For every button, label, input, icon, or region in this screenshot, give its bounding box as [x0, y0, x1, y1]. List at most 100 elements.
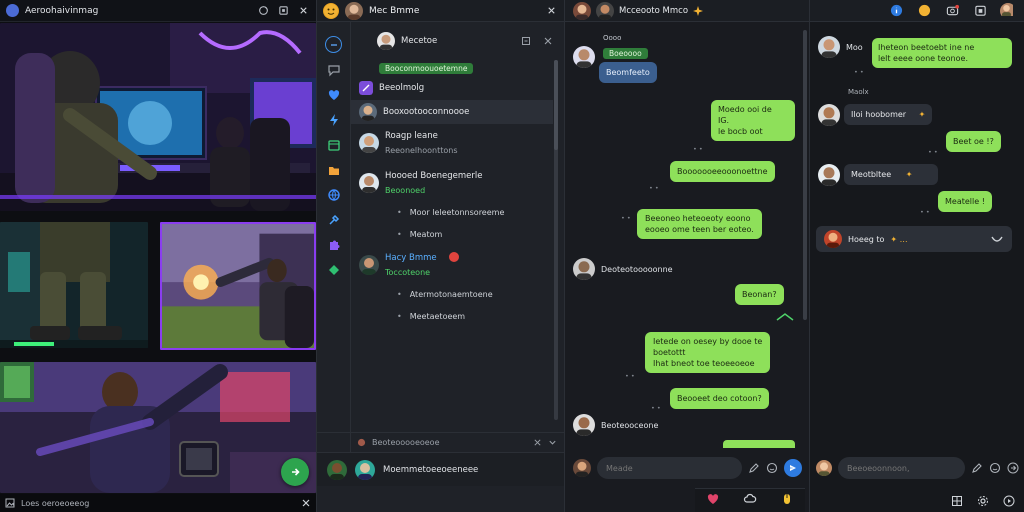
pen-icon[interactable]	[971, 462, 983, 474]
chat-bubble-icon[interactable]	[325, 61, 342, 78]
close-small-icon[interactable]	[533, 438, 542, 447]
mouse-icon[interactable]	[780, 491, 794, 510]
conversation-name: Roagp leane	[385, 131, 438, 141]
avatar[interactable]	[355, 459, 375, 480]
message-sender: Oooo	[573, 34, 621, 68]
avatar[interactable]	[573, 1, 591, 20]
sender-badge: Oooo	[603, 34, 622, 42]
lightning-icon[interactable]	[325, 111, 342, 128]
camera-icon[interactable]	[944, 3, 960, 19]
archive-icon[interactable]	[521, 36, 531, 46]
avatar[interactable]	[345, 1, 363, 20]
message-sender: Moo	[818, 36, 863, 58]
message-sender	[818, 104, 840, 126]
close-small-icon[interactable]	[301, 498, 311, 508]
emoji-icon[interactable]	[989, 462, 1001, 474]
close-small-icon[interactable]	[543, 36, 553, 46]
folder-icon[interactable]	[325, 161, 342, 178]
sender-name: Maolx	[848, 88, 869, 96]
list-item[interactable]: Mecetoe	[351, 30, 553, 52]
chat-scrollbar[interactable]	[803, 30, 807, 320]
close-icon[interactable]	[296, 4, 310, 18]
gaming-room-image[interactable]	[0, 23, 316, 211]
avatar[interactable]	[596, 1, 614, 20]
image-icon	[5, 498, 15, 508]
emoji-icon[interactable]	[766, 462, 778, 474]
chevron-down-icon[interactable]	[548, 438, 557, 447]
refresh-icon[interactable]	[256, 4, 270, 18]
emoji-icon[interactable]	[916, 3, 932, 19]
message-bubble[interactable]: Beonan?	[735, 284, 784, 305]
calendar-icon[interactable]	[972, 3, 988, 19]
cloud-icon[interactable]	[743, 491, 757, 510]
fantasy-battle-image[interactable]	[160, 222, 316, 350]
list-item-selected[interactable]: Booxootooconnoooe	[351, 100, 553, 124]
message-bubble[interactable]: Booooooeeooonoettne	[670, 161, 775, 182]
character-legs-image[interactable]	[0, 222, 148, 348]
message-text: Beeoneo heteoeoty eoono	[645, 214, 751, 223]
app-logo-icon	[6, 4, 19, 17]
globe-icon[interactable]	[325, 186, 342, 203]
thread-bullet[interactable]: Meatom	[397, 230, 443, 239]
quick-action-tray	[695, 488, 805, 512]
message-sender: Beoteooceone	[573, 414, 658, 436]
message-bubble[interactable]: Beooeet deo cotoon?	[670, 388, 769, 409]
message-timestamp: • •	[651, 404, 661, 412]
conversation-list-panel: Mec Bmme Mecetoe Booconmoouoetemne Beeol…	[316, 0, 565, 512]
avatar[interactable]	[327, 459, 347, 480]
close-icon[interactable]	[544, 4, 558, 18]
avatar	[818, 164, 840, 186]
status-badge: Booconmoouoetemne	[379, 63, 474, 74]
message-bubble[interactable]: Meatelle !	[938, 191, 992, 212]
send-button[interactable]	[784, 459, 802, 477]
thread-bullet[interactable]: Meetaetoeem	[397, 312, 465, 321]
message-sender	[818, 164, 840, 186]
neon-warrior-image[interactable]	[0, 362, 316, 493]
avatar	[573, 258, 595, 280]
play-icon[interactable]	[1003, 492, 1015, 511]
avatar[interactable]	[816, 460, 832, 476]
message-bubble[interactable]: Beet oe !?	[946, 131, 1001, 152]
message-bubble[interactable]: Moedo ooi de IG. le bocb oot	[711, 100, 795, 141]
puzzle-icon[interactable]	[325, 236, 342, 253]
next-button[interactable]	[281, 458, 309, 486]
message-bubble[interactable]: Iloi hoobomer ✦	[844, 104, 933, 125]
message-bubble[interactable]: Ietede on oesey by dooe te boetottt Ihat…	[645, 332, 771, 373]
message-bubble[interactable]: Iheteon beetoebt ine ne lelt eeee oone t…	[872, 38, 1012, 68]
side-message-input[interactable]	[838, 457, 965, 479]
heart-icon[interactable]	[706, 491, 720, 510]
list-item[interactable]: Roagp leane Reeonelhoonttons	[351, 128, 553, 158]
thread-bullet[interactable]: Moor leleetonnsoreeme	[397, 208, 505, 217]
pen-icon[interactable]	[748, 462, 760, 474]
message-bubble[interactable]: Meotbltee ✦	[844, 164, 938, 185]
list-item[interactable]: Beeolmolg	[351, 76, 553, 100]
info-icon[interactable]	[888, 3, 904, 19]
message-text: Meotbltee	[851, 170, 892, 179]
message-bubble[interactable]: Beomfeeto	[599, 62, 657, 83]
message-input[interactable]	[597, 457, 742, 479]
send-icon[interactable]	[1007, 462, 1019, 474]
list-item[interactable]: Hoooed Boenegemerle Beoonoed	[351, 168, 553, 198]
message-text: le bocb oot	[718, 127, 763, 136]
window-icon[interactable]	[276, 4, 290, 18]
settings-icon[interactable]	[977, 492, 989, 511]
avatar[interactable]	[573, 459, 591, 477]
media-viewer-panel: Aeroohaivinmag Loes oeroeoeeog	[0, 0, 316, 512]
thread-bullet[interactable]: Atermotonaemtoene	[397, 290, 493, 299]
list-item[interactable]: Hacy Bmme Toccoteone	[351, 250, 553, 280]
message-bubble[interactable]: Beeoneo heteoeoty eoono eooeo ome teen b…	[637, 209, 762, 239]
home-icon[interactable]	[325, 36, 342, 53]
bookmark-icon[interactable]	[325, 261, 342, 278]
heart-icon[interactable]	[325, 86, 342, 103]
message-bubble[interactable]: Hoeeg to ✦ …	[816, 226, 1012, 252]
layout-icon[interactable]	[951, 492, 963, 511]
message-timestamp: • •	[693, 145, 703, 153]
status-emoji-icon[interactable]	[323, 2, 339, 19]
avatar[interactable]	[1000, 2, 1016, 19]
tools-icon[interactable]	[325, 211, 342, 228]
message-bubble-partial	[723, 440, 795, 448]
conversation-list-scrollbar[interactable]	[554, 60, 558, 420]
notification-badge	[449, 252, 459, 262]
calendar-icon[interactable]	[325, 136, 342, 153]
reaction-icon: ✦ …	[890, 234, 908, 244]
